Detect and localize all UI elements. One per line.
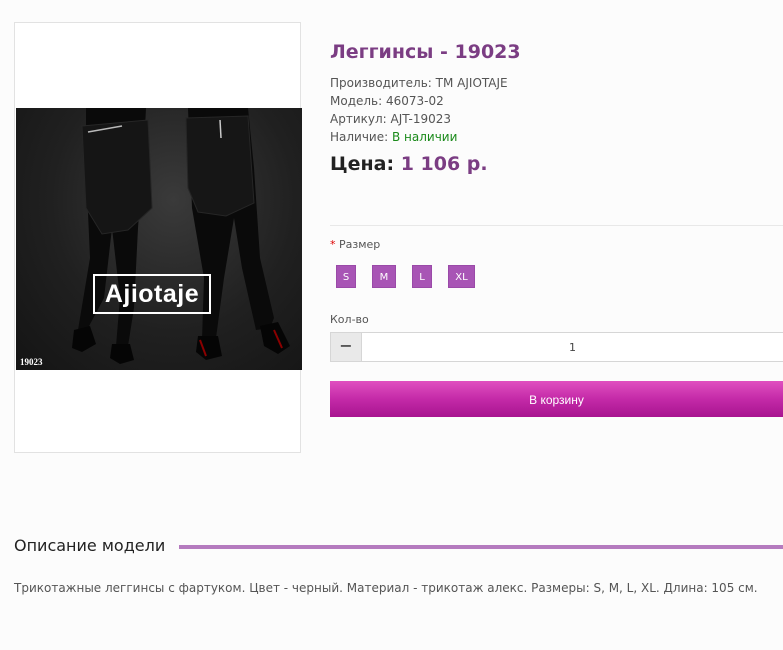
manufacturer-row: Производитель: TM AJIOTAJE bbox=[330, 74, 508, 92]
section-divider bbox=[330, 225, 783, 226]
price-label: Цена: bbox=[330, 153, 395, 175]
model-label: Модель: bbox=[330, 94, 383, 108]
description-heading: Описание модели bbox=[14, 536, 166, 555]
availability-status: В наличии bbox=[392, 130, 458, 144]
required-mark: * bbox=[330, 238, 336, 251]
manufacturer-link[interactable]: TM AJIOTAJE bbox=[436, 76, 508, 90]
product-photo[interactable]: Ajiotaje 19023 bbox=[16, 108, 302, 370]
availability-row: Наличие: В наличии bbox=[330, 128, 508, 146]
sku-value: AJT-19023 bbox=[390, 112, 451, 126]
add-to-cart-button[interactable]: В корзину bbox=[330, 381, 783, 417]
quantity-input[interactable] bbox=[361, 332, 783, 362]
model-row: Модель: 46073-02 bbox=[330, 92, 508, 110]
quantity-label: Кол-во bbox=[330, 313, 369, 326]
description-text: Трикотажные леггинсы с фартуком. Цвет - … bbox=[14, 581, 758, 595]
brand-logo: Ajiotaje bbox=[93, 274, 211, 314]
size-button-m[interactable]: M bbox=[372, 265, 396, 288]
description-heading-line bbox=[179, 545, 783, 549]
price-value: 1 106 р. bbox=[400, 153, 488, 175]
leggings-illustration bbox=[72, 108, 290, 364]
product-title: Леггинсы - 19023 bbox=[330, 41, 521, 63]
size-label-text: Размер bbox=[339, 238, 381, 251]
product-meta: Производитель: TM AJIOTAJE Модель: 46073… bbox=[330, 74, 508, 146]
model-value: 46073-02 bbox=[386, 94, 444, 108]
product-page: Ajiotaje 19023 Леггинсы - 19023 Производ… bbox=[0, 0, 783, 650]
size-button-l[interactable]: L bbox=[412, 265, 432, 288]
quantity-decrease-button[interactable]: − bbox=[330, 332, 362, 362]
manufacturer-label: Производитель: bbox=[330, 76, 432, 90]
sku-row: Артикул: AJT-19023 bbox=[330, 110, 508, 128]
sku-label: Артикул: bbox=[330, 112, 387, 126]
product-image-frame[interactable]: Ajiotaje 19023 bbox=[14, 22, 302, 453]
size-button-s[interactable]: S bbox=[336, 265, 356, 288]
size-button-xl[interactable]: XL bbox=[448, 265, 475, 288]
availability-label: Наличие: bbox=[330, 130, 389, 144]
price-row: Цена: 1 106 р. bbox=[330, 153, 488, 175]
photo-code-label: 19023 bbox=[20, 357, 43, 367]
size-option-label: * Размер bbox=[330, 238, 380, 251]
